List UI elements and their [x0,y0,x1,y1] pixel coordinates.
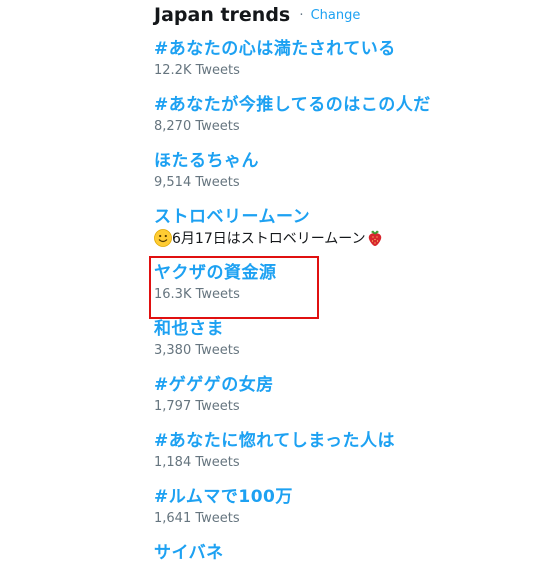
strawberry-icon [366,229,384,252]
trend-item[interactable]: #あなたに惚れてしまった人は 1,184 Tweets [154,430,484,471]
trend-name[interactable]: #ルムマで100万 [154,486,484,508]
header-separator: · [299,7,304,23]
trend-item[interactable]: 和也さま 3,380 Tweets [154,318,484,359]
trend-name[interactable]: #あなたに惚れてしまった人は [154,430,484,452]
trend-tweet-count: 12.2K Tweets [154,63,240,78]
trend-item[interactable]: ほたるちゃん 9,514 Tweets [154,150,484,191]
trend-item[interactable]: ヤクザの資金源 16.3K Tweets [154,262,484,303]
smiley-face-icon [154,229,172,252]
change-link[interactable]: Change [311,8,361,23]
trend-tweet-count: 1,184 Tweets [154,455,240,470]
trend-tweet-count: 1,641 Tweets [154,511,240,526]
trend-description-text: 6月17日はストロベリームーン [172,231,366,247]
trend-name[interactable]: ほたるちゃん [154,150,484,172]
trend-item[interactable]: #あなたの心は満たされている 12.2K Tweets [154,38,484,79]
trend-name[interactable]: #ゲゲゲの女房 [154,374,484,396]
trend-tweet-count: 9,514 Tweets [154,175,240,190]
trend-name[interactable]: #あなたが今推してるのはこの人だ [154,94,484,116]
trend-description: 6月17日はストロベリームーン [154,229,484,252]
trends-title: Japan trends [154,4,291,26]
trend-name[interactable]: 和也さま [154,318,484,340]
trend-tweet-count: 3,380 Tweets [154,343,240,358]
trend-name[interactable]: ヤクザの資金源 [154,262,484,284]
trend-item[interactable]: サイバネ [154,542,484,564]
trend-tweet-count: 16.3K Tweets [154,287,240,302]
trend-name[interactable]: ストロベリームーン [154,206,484,228]
trend-name[interactable]: #あなたの心は満たされている [154,38,484,60]
trend-tweet-count: 1,797 Tweets [154,399,240,414]
trend-item[interactable]: ストロベリームーン 6月17日はストロベリームーン [154,206,484,252]
trend-item[interactable]: #ルムマで100万 1,641 Tweets [154,486,484,527]
trend-item[interactable]: #あなたが今推してるのはこの人だ 8,270 Tweets [154,94,484,135]
trends-header: Japan trends · Change [154,4,360,32]
trend-tweet-count: 8,270 Tweets [154,119,240,134]
trend-item[interactable]: #ゲゲゲの女房 1,797 Tweets [154,374,484,415]
trend-name[interactable]: サイバネ [154,542,484,564]
